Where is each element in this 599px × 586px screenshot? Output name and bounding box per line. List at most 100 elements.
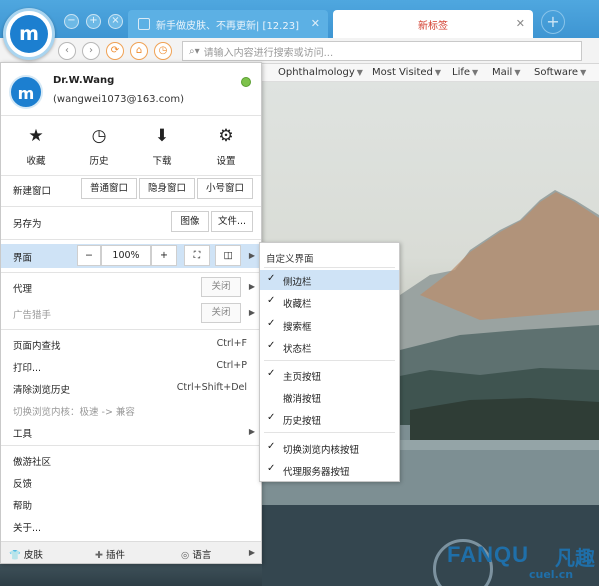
find-label: 页面内查找 — [13, 341, 61, 352]
submenu-item-history-button[interactable]: ✓ 历史按钮 — [260, 409, 399, 429]
avatar: m — [9, 75, 43, 109]
fullscreen-icon[interactable]: ⛶ — [184, 245, 210, 266]
puzzle-icon: ✚ — [95, 550, 103, 561]
account-panel[interactable]: m Dr.W.Wang (wangwei1073@163.com) — [1, 63, 261, 115]
bookmark-folder[interactable]: Mail ▼ — [492, 67, 520, 78]
history-label: 历史 — [89, 156, 109, 167]
refresh-icon[interactable]: ⟳ — [106, 42, 124, 60]
divider — [264, 267, 395, 268]
bookmark-folder[interactable]: Most Visited ▼ — [372, 67, 441, 78]
forward-button[interactable]: › — [82, 42, 100, 60]
watermark: FANQU 凡趣 cuel.cn — [433, 539, 599, 586]
submenu-item-label: 侧边栏 — [283, 277, 312, 288]
tab-title: 新标签 — [418, 20, 448, 32]
history-button[interactable]: ◷ 历史 — [69, 125, 129, 167]
proxy-row[interactable]: 代理 关闭 ▶ — [1, 276, 261, 298]
plugins-button[interactable]: ✚ 插件 — [95, 547, 125, 561]
save-file-button[interactable]: 文件... — [211, 211, 253, 232]
submenu-item-sidebar[interactable]: ✓ 侧边栏 — [260, 270, 399, 290]
language-button[interactable]: ◎ 语言 — [181, 547, 211, 561]
zoom-level: 100% — [101, 245, 151, 266]
proxy-toggle[interactable]: 关闭 — [201, 277, 241, 297]
zoom-in-button[interactable]: + — [151, 245, 177, 266]
save-as-row: 另存为 图像 文件... — [1, 211, 261, 233]
watermark-brand: FANQU — [447, 542, 529, 567]
divider — [1, 175, 261, 176]
gear-icon: ⚙ — [218, 126, 234, 146]
submenu-item-undo-button[interactable]: 撤消按钮 — [260, 387, 399, 407]
help-item[interactable]: 帮助 — [1, 493, 261, 515]
watermark-cn: 凡趣 — [555, 546, 595, 570]
close-window-button[interactable]: × — [108, 14, 123, 29]
submenu-item-status-bar[interactable]: ✓ 状态栏 — [260, 337, 399, 357]
adblock-row[interactable]: 广告猎手 关闭 ▶ — [1, 302, 261, 324]
back-button[interactable]: ‹ — [58, 42, 76, 60]
maximize-button[interactable]: + — [86, 14, 101, 29]
community-item[interactable]: 傲游社区 — [1, 449, 261, 471]
switch-kernel-item[interactable]: 切换浏览内核：极速 -> 兼容 — [1, 399, 261, 421]
home-icon[interactable]: ⌂ — [130, 42, 148, 60]
find-in-page-item[interactable]: 页面内查找 Ctrl+F — [1, 333, 261, 355]
print-item[interactable]: 打印... Ctrl+P — [1, 355, 261, 377]
check-icon: ✓ — [267, 273, 276, 284]
settings-label: 设置 — [216, 156, 236, 167]
favorites-button[interactable]: ★ 收藏 — [6, 125, 66, 167]
main-menu: m Dr.W.Wang (wangwei1073@163.com) ★ 收藏 ◷… — [0, 62, 262, 564]
switch-kernel-label: 切换浏览内核：极速 -> 兼容 — [13, 407, 135, 418]
divider — [1, 206, 261, 207]
search-icon: ⌕▾ — [189, 45, 200, 57]
submenu-item-home-button[interactable]: ✓ 主页按钮 — [260, 365, 399, 385]
tab-inactive[interactable]: 新手做皮肤、不再更新| [12.23] ✕ — [128, 10, 328, 38]
check-icon: ✓ — [267, 412, 276, 423]
bookmark-folder[interactable]: Ophthalmology ▼ — [278, 67, 363, 78]
check-icon: ✓ — [267, 340, 276, 351]
divider — [1, 115, 261, 116]
address-placeholder: 请输入内容进行搜索或访问... — [203, 47, 334, 59]
account-email: (wangwei1073@163.com) — [53, 94, 184, 105]
close-tab-icon[interactable]: ✕ — [311, 17, 320, 30]
save-as-label: 另存为 — [13, 219, 42, 230]
tools-label: 工具 — [13, 429, 33, 440]
downloads-button[interactable]: ⬇ 下载 — [132, 125, 192, 167]
minimize-button[interactable]: − — [64, 14, 79, 29]
normal-window-button[interactable]: 普通窗口 — [81, 178, 137, 199]
watermark-url: cuel.cn — [529, 568, 574, 581]
bookmark-folder[interactable]: Life ▼ — [452, 67, 478, 78]
navigation-bar: ‹ › ⟳ ⌂ ◷ ⌕▾ 请输入内容进行搜索或访问... — [0, 38, 599, 64]
submenu-item-proxy-button[interactable]: ✓ 代理服务器按钮 — [260, 460, 399, 480]
proxy-label: 代理 — [13, 284, 33, 295]
community-label: 傲游社区 — [13, 457, 52, 468]
bookmark-folder[interactable]: Software ▼ — [534, 67, 586, 78]
close-tab-icon[interactable]: ✕ — [516, 17, 525, 30]
history-icon[interactable]: ◷ — [154, 42, 172, 60]
maxthon-logo-button[interactable]: m — [3, 8, 55, 60]
submenu-item-label: 代理服务器按钮 — [283, 467, 350, 478]
clear-history-item[interactable]: 清除浏览历史 Ctrl+Shift+Del — [1, 377, 261, 399]
check-icon: ✓ — [267, 368, 276, 379]
new-tab-button[interactable]: + — [541, 10, 565, 34]
customize-interface-submenu: 自定义界面 ✓ 侧边栏 ✓ 收藏栏 ✓ 搜索框 ✓ 状态栏 ✓ 主页按钮 撤消按… — [259, 242, 400, 482]
tools-item[interactable]: 工具 ▶ — [1, 421, 261, 443]
save-image-button[interactable]: 图像 — [171, 211, 209, 232]
settings-button[interactable]: ⚙ 设置 — [196, 125, 256, 167]
new-window-row: 新建窗口 普通窗口 隐身窗口 小号窗口 — [1, 178, 261, 200]
submenu-item-switch-kernel-button[interactable]: ✓ 切换浏览内核按钮 — [260, 438, 399, 458]
menu-bottom-bar: 👕 皮肤 ✚ 插件 ◎ 语言 ▶ — [1, 541, 261, 563]
skin-button[interactable]: 👕 皮肤 — [9, 547, 43, 561]
adblock-toggle[interactable]: 关闭 — [201, 303, 241, 323]
submenu-title: 自定义界面 — [266, 254, 314, 265]
divider — [1, 329, 261, 330]
small-window-button[interactable]: 小号窗口 — [197, 178, 253, 199]
split-view-icon[interactable]: ◫ — [215, 245, 241, 266]
interface-row[interactable]: 界面 − 100% + ⛶ ◫ ▶ — [1, 244, 261, 268]
address-bar[interactable]: ⌕▾ 请输入内容进行搜索或访问... — [182, 41, 582, 61]
submenu-item-favorites-bar[interactable]: ✓ 收藏栏 — [260, 292, 399, 312]
check-icon: ✓ — [267, 463, 276, 474]
submenu-item-search-box[interactable]: ✓ 搜索框 — [260, 315, 399, 335]
tab-bar: − + × 新手做皮肤、不再更新| [12.23] ✕ 新标签 ✕ + — [0, 0, 599, 38]
about-item[interactable]: 关于... — [1, 515, 261, 537]
private-window-button[interactable]: 隐身窗口 — [139, 178, 195, 199]
zoom-out-button[interactable]: − — [77, 245, 101, 266]
feedback-item[interactable]: 反馈 — [1, 471, 261, 493]
tab-active[interactable]: 新标签 ✕ — [333, 10, 533, 38]
